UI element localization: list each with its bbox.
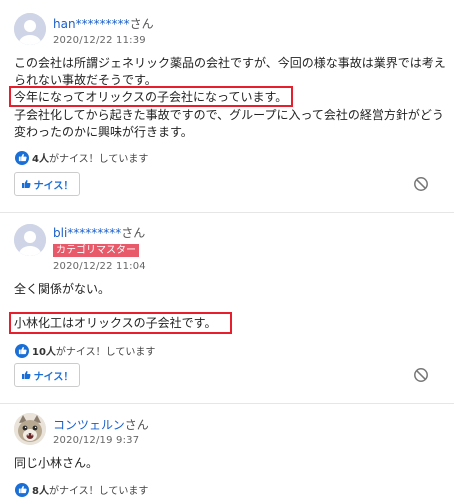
comment-date: 2020/12/22 11:39: [53, 35, 146, 46]
comment-date: 2020/12/22 11:04: [53, 261, 146, 272]
likes-summary: 4人 がナイス！しています: [15, 150, 148, 165]
comment-date: 2020/12/19 9:37: [53, 435, 140, 446]
comment-line-highlighted: 小林化工はオリックスの子会社です。: [14, 316, 217, 330]
default-avatar-icon: [14, 224, 46, 256]
thumb-up-icon: [15, 150, 29, 165]
comment-line: 変わったのかに興味が行きます。: [14, 125, 193, 139]
likes-text: がナイス！しています: [48, 486, 149, 497]
nice-button-label: ナイス！: [33, 180, 74, 192]
likes-summary: 8人 がナイス！しています: [15, 482, 148, 497]
thumb-up-icon: [15, 343, 29, 358]
likes-count: 4人: [32, 154, 49, 165]
avatar[interactable]: [14, 224, 46, 256]
block-icon[interactable]: [413, 367, 429, 383]
comment-line: 同じ小林さん。: [14, 456, 99, 470]
cat-avatar-icon: [14, 413, 46, 445]
username[interactable]: コンツェルンさん: [53, 416, 149, 433]
thumb-up-icon: [15, 482, 29, 497]
category-master-badge: カテゴリマスター: [53, 244, 139, 257]
comment-line: 子会社化してから起きた事故ですので、グループに入って会社の経営方針がどう: [14, 108, 444, 122]
nice-button[interactable]: ナイス！: [14, 363, 80, 387]
likes-count: 10人: [32, 347, 56, 358]
nice-button-label: ナイス！: [33, 371, 74, 383]
comment-line: この会社は所謂ジェネリック薬品の会社ですが、今回の様な事故は業界では考え: [14, 56, 446, 70]
nice-button[interactable]: ナイス！: [14, 172, 80, 196]
divider: [0, 212, 454, 213]
block-icon[interactable]: [413, 176, 429, 192]
likes-text: がナイス！しています: [48, 154, 149, 165]
likes-text: がナイス！しています: [55, 347, 156, 358]
username[interactable]: han*********さん: [53, 15, 154, 32]
comment-line: 全く関係がない。: [14, 282, 111, 296]
thumb-up-icon: [21, 371, 31, 379]
likes-count: 8人: [32, 486, 49, 497]
divider: [0, 403, 454, 404]
avatar[interactable]: [14, 413, 46, 445]
comment-line-highlighted: 今年になってオリックスの子会社になっています。: [14, 90, 288, 104]
likes-summary: 10人 がナイス！しています: [15, 343, 155, 358]
avatar[interactable]: [14, 13, 46, 45]
thumb-up-icon: [21, 180, 31, 188]
username[interactable]: bli*********さん: [53, 224, 145, 241]
default-avatar-icon: [14, 13, 46, 45]
